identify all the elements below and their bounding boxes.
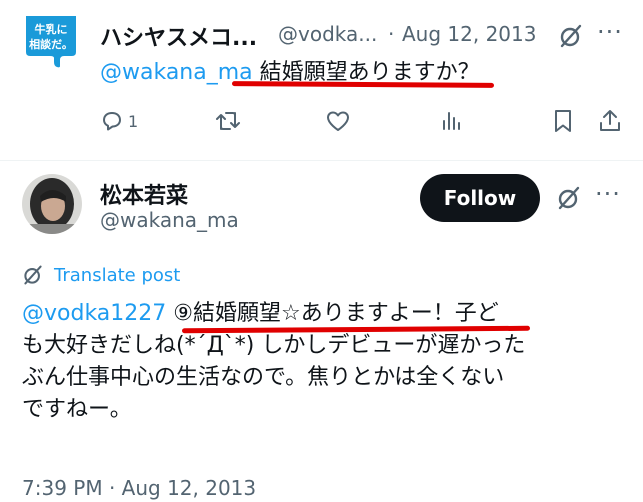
tweet-header: ハシヤスメコ... @vodka... · Aug 12, 2013 ··· [100,18,630,52]
views-icon [443,112,460,130]
heart-icon [327,111,349,131]
text-line-4: ですねー。 [22,397,132,422]
translate-post-link[interactable]: Translate post [22,262,180,288]
text-line-3: ぶん仕事中心の生活なので。焦りとかは全くない [22,365,505,390]
display-name[interactable]: ハシヤスメコ... [100,20,257,52]
grok-icon[interactable] [558,23,584,49]
reply-button[interactable]: 1 [100,106,138,136]
views-button[interactable] [440,106,464,136]
text-line-2: も大好きだしね(*´Д`*) しかしデビューが遅かった [22,333,526,358]
reply-count: 1 [128,111,139,131]
follow-button[interactable]: Follow [420,174,540,222]
translate-icon [24,265,42,285]
translate-label: Translate post [54,264,181,286]
share-icon [600,110,620,131]
separator: · [388,22,395,46]
reply-tweet: 牛乳に 相談だ。 ハシヤスメコ... @vodka... · Aug 12, 2… [0,0,643,160]
more-icon[interactable]: ··· [595,180,621,208]
main-tweet: 松本若菜 @wakana_ma Follow ··· Translate pos… [0,162,643,502]
retweet-icon [216,112,240,130]
avatar-text-1: 牛乳に [35,22,68,36]
divider [0,160,643,161]
like-button[interactable] [325,106,351,136]
display-name[interactable]: 松本若菜 [100,178,188,210]
avatar[interactable]: 牛乳に 相談だ。 [22,12,80,70]
tweet-date[interactable]: Aug 12, 2013 [402,22,536,46]
milk-logo-avatar: 牛乳に 相談だ。 [26,16,76,68]
bookmark-button[interactable] [552,106,574,136]
avatar-text-2: 相談だ。 [29,37,73,51]
share-button[interactable] [598,106,622,136]
tweet-text: @vodka1227 ⑨結婚願望☆ありますよー！子ど も大好きだしね(*´Д`*… [22,298,622,426]
grok-icon[interactable] [556,185,582,211]
profile-photo-avatar [22,174,82,234]
mention-link[interactable]: @wakana_ma [100,60,253,85]
retweet-button[interactable] [215,106,241,136]
mention-link[interactable]: @vodka1227 [22,301,166,326]
reply-icon [103,112,121,131]
user-handle[interactable]: @vodka... [278,22,377,46]
tweet-timestamp[interactable]: 7:39 PM · Aug 12, 2013 [22,476,256,500]
user-handle[interactable]: @wakana_ma [100,208,239,232]
action-bar: 1 [100,106,630,136]
bookmark-icon [555,110,571,132]
more-icon[interactable]: ··· [597,18,623,46]
avatar[interactable] [22,174,82,234]
text-line: @vodka1227 ⑨結婚願望☆ありますよー！子ど [22,298,622,330]
text-line-1: ⑨結婚願望☆ありますよー！子ど [166,301,499,326]
